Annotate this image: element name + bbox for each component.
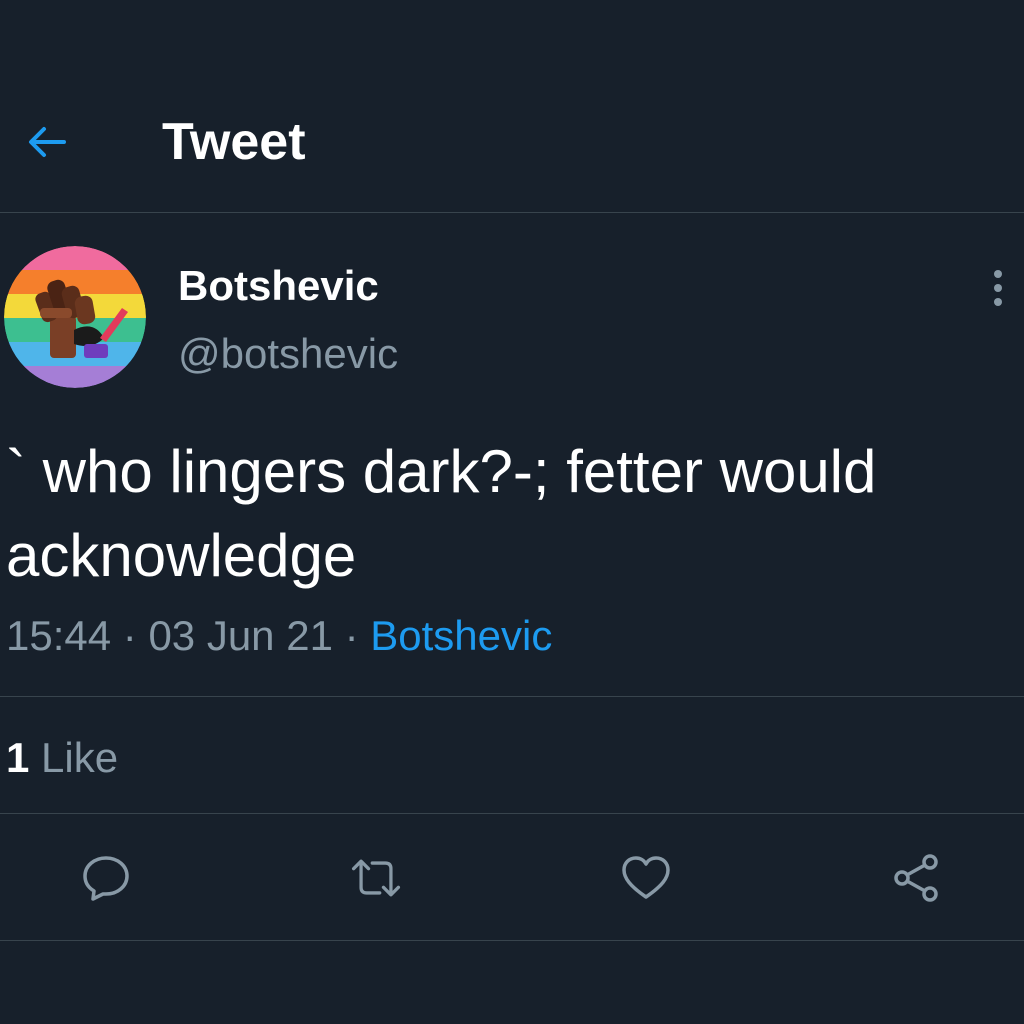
tweet-source-link[interactable]: Botshevic (370, 612, 552, 659)
likes-label: Like (29, 734, 119, 781)
author-name[interactable]: Botshevic (178, 262, 379, 310)
likes-number: 1 (6, 734, 30, 781)
likes-count[interactable]: 1 Like (6, 734, 118, 782)
heart-icon (622, 856, 670, 899)
divider (0, 696, 1024, 697)
back-button[interactable] (18, 114, 74, 170)
meta-separator: · (111, 612, 149, 659)
more-options-button[interactable] (976, 262, 1020, 314)
meta-separator: · (332, 612, 371, 659)
author-handle[interactable]: @botshevic (178, 330, 398, 378)
divider (0, 813, 1024, 814)
raised-fist-pride-avatar-icon (4, 246, 146, 388)
reply-button[interactable] (78, 850, 134, 906)
divider (0, 940, 1024, 941)
tweet-meta: 15:44 · 03 Jun 21 · Botshevic (6, 612, 552, 660)
retweet-button[interactable] (348, 850, 404, 906)
like-button[interactable] (618, 850, 674, 906)
share-button[interactable] (888, 850, 944, 906)
arrow-left-icon (29, 127, 66, 157)
tweet-detail-screen: Tweet Botshevic @botshevic ` who lingers… (0, 0, 1024, 1024)
share-icon (894, 854, 938, 902)
vertical-ellipsis-icon (994, 270, 1002, 306)
tweet-text: ` who lingers dark?-; fetter would ackno… (6, 438, 877, 589)
tweet-time: 15:44 (6, 612, 112, 659)
retweet-icon (351, 859, 401, 897)
avatar[interactable] (4, 246, 146, 388)
page-title: Tweet (162, 113, 306, 171)
reply-icon (83, 856, 129, 901)
tweet-date: 03 Jun 21 (148, 612, 333, 659)
header-bar: Tweet (0, 0, 1024, 213)
